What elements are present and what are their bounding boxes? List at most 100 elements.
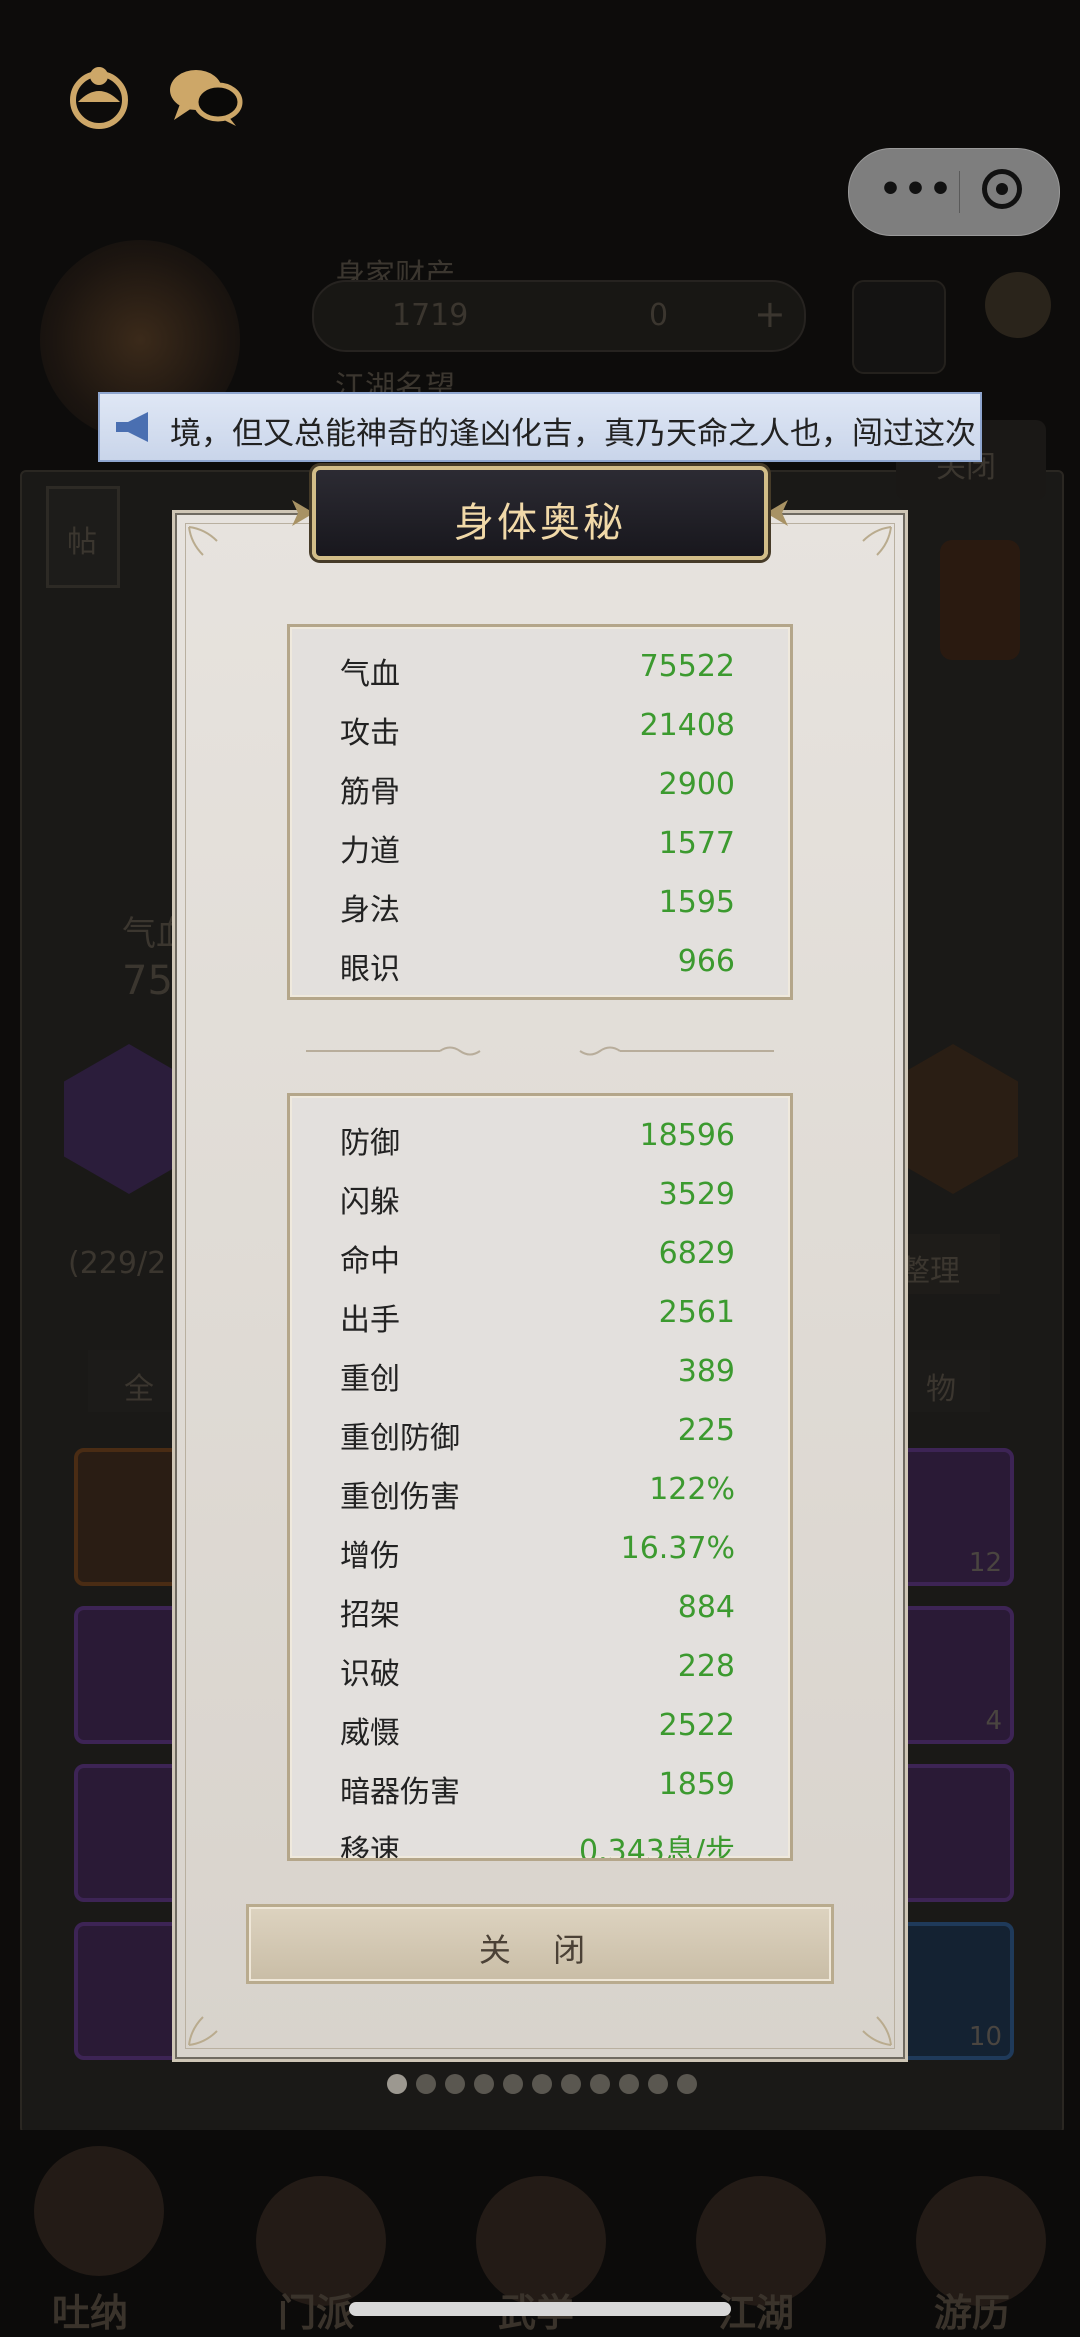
stat-row: 命中 6829 bbox=[290, 1226, 790, 1285]
stat-name: 重创防御 bbox=[340, 1421, 460, 1456]
stat-row: 招架 884 bbox=[290, 1580, 790, 1639]
stat-name: 移速 bbox=[340, 1834, 400, 1861]
stat-value: 18596 bbox=[639, 1118, 735, 1153]
stat-row: 暗器伤害 1859 bbox=[290, 1757, 790, 1816]
stat-row: 重创 389 bbox=[290, 1344, 790, 1403]
stat-row: 筋骨 2900 bbox=[290, 757, 790, 816]
page-dot[interactable] bbox=[387, 2074, 407, 2094]
stat-name: 暗器伤害 bbox=[340, 1775, 460, 1810]
stat-name: 筋骨 bbox=[340, 775, 400, 810]
stat-value: 225 bbox=[677, 1413, 735, 1448]
stat-row: 眼识 966 bbox=[290, 934, 790, 993]
page-dot[interactable] bbox=[416, 2074, 436, 2094]
stat-value: 6829 bbox=[658, 1236, 735, 1271]
page-dot[interactable] bbox=[445, 2074, 465, 2094]
stat-value: 122% bbox=[649, 1472, 735, 1507]
stat-name: 重创 bbox=[340, 1362, 400, 1397]
section-divider bbox=[306, 1046, 774, 1056]
corner-ornament-icon bbox=[188, 526, 218, 556]
stat-name: 威慑 bbox=[340, 1716, 400, 1751]
nav-label: 游历 bbox=[934, 2291, 1011, 2335]
sort-label: 整理 bbox=[900, 1254, 960, 1289]
stat-value: 2522 bbox=[658, 1708, 735, 1743]
advanced-stats-panel[interactable]: 防御 18596 闪躲 3529 命中 6829 出手 2561 重创 389 … bbox=[287, 1093, 793, 1861]
slot-count: 4 bbox=[985, 1706, 1002, 1736]
close-button-label: 关 闭 bbox=[478, 1931, 602, 1969]
slot-count: 10 bbox=[968, 2022, 1002, 2052]
avatar-icon[interactable] bbox=[64, 62, 134, 132]
stat-name: 力道 bbox=[340, 834, 400, 869]
title-ornament-icon bbox=[766, 500, 788, 526]
page-dot[interactable] bbox=[648, 2074, 668, 2094]
page-dot[interactable] bbox=[619, 2074, 639, 2094]
stat-row: 识破 228 bbox=[290, 1639, 790, 1698]
capsule-divider bbox=[959, 171, 960, 213]
stat-name: 招架 bbox=[340, 1598, 400, 1633]
page-dot[interactable] bbox=[561, 2074, 581, 2094]
page-dot[interactable] bbox=[532, 2074, 552, 2094]
stat-row: 力道 1577 bbox=[290, 816, 790, 875]
coin-amount: 1719 bbox=[392, 298, 469, 333]
stat-value: 389 bbox=[677, 1354, 735, 1389]
stat-name: 防御 bbox=[340, 1126, 400, 1161]
bag-capacity: (229/2 bbox=[68, 1246, 167, 1281]
stat-value: 1595 bbox=[658, 885, 735, 920]
add-currency-button[interactable]: + bbox=[754, 292, 786, 336]
target-icon[interactable] bbox=[982, 169, 1022, 209]
nav-tuna-icon[interactable] bbox=[34, 2146, 164, 2276]
stat-value: 16.37% bbox=[620, 1531, 735, 1566]
stat-name: 出手 bbox=[340, 1303, 400, 1338]
taiji-button[interactable] bbox=[852, 280, 946, 374]
corner-ornament-icon bbox=[862, 526, 892, 556]
stat-name: 增伤 bbox=[340, 1539, 400, 1574]
page-dot[interactable] bbox=[474, 2074, 494, 2094]
stat-name: 攻击 bbox=[340, 716, 400, 751]
stat-row: 闪躲 3529 bbox=[290, 1167, 790, 1226]
stat-value: 75522 bbox=[639, 649, 735, 684]
stat-row: 出手 2561 bbox=[290, 1285, 790, 1344]
stat-value: 2900 bbox=[658, 767, 735, 802]
dialog-title: 身体奥秘 bbox=[454, 500, 626, 546]
stat-row: 攻击 21408 bbox=[290, 698, 790, 757]
stat-value: 3529 bbox=[658, 1177, 735, 1212]
tab-items-label: 物 bbox=[926, 1372, 956, 1407]
bg-hp-partial: 75 bbox=[122, 958, 173, 1004]
stat-row: 重创伤害 122% bbox=[290, 1462, 790, 1521]
close-button[interactable]: 关 闭 bbox=[246, 1904, 834, 1984]
stat-row: 重创防御 225 bbox=[290, 1403, 790, 1462]
stat-row: 增伤 16.37% bbox=[290, 1521, 790, 1580]
settings-gear-icon[interactable] bbox=[985, 272, 1051, 338]
currency-bar: 1719 0 + bbox=[312, 280, 806, 352]
page-dot[interactable] bbox=[677, 2074, 697, 2094]
home-indicator bbox=[349, 2302, 731, 2316]
stat-name: 气血 bbox=[340, 657, 400, 692]
stat-name: 重创伤害 bbox=[340, 1480, 460, 1515]
page-dot[interactable] bbox=[503, 2074, 523, 2094]
stat-value: 21408 bbox=[639, 708, 735, 743]
chat-bubbles-icon[interactable] bbox=[166, 62, 246, 132]
stat-row: 身法 1595 bbox=[290, 875, 790, 934]
stat-value: 2561 bbox=[658, 1295, 735, 1330]
stat-value: 966 bbox=[677, 944, 735, 979]
announcement-text: 境，但又总能神奇的逢凶化吉，真乃天命之人也，闯过这次 bbox=[170, 416, 976, 452]
post-label: 帖 bbox=[67, 525, 97, 560]
stat-value: 0.343息/步 bbox=[579, 1834, 735, 1861]
stat-row: 威慑 2522 bbox=[290, 1698, 790, 1757]
basic-stats-panel: 气血 75522 攻击 21408 筋骨 2900 力道 1577 身法 159… bbox=[287, 624, 793, 1000]
tab-all-label: 全 bbox=[124, 1372, 154, 1407]
page-dot[interactable] bbox=[590, 2074, 610, 2094]
stat-value: 1859 bbox=[658, 1767, 735, 1802]
dialog-title-plate: 身体奥秘 bbox=[312, 466, 768, 560]
post-button[interactable]: 帖 bbox=[46, 486, 120, 588]
slot-count: 12 bbox=[968, 1548, 1002, 1578]
stat-name: 命中 bbox=[340, 1244, 400, 1279]
corner-ornament-icon bbox=[862, 2016, 892, 2046]
nav-label: 吐纳 bbox=[52, 2291, 129, 2335]
stat-row: 气血 75522 bbox=[290, 639, 790, 698]
gift-ornament-icon[interactable] bbox=[940, 540, 1020, 660]
miniprogram-capsule: ••• bbox=[848, 148, 1060, 236]
nav-label: 门派 bbox=[278, 2291, 355, 2335]
stat-value: 228 bbox=[677, 1649, 735, 1684]
stat-value: 884 bbox=[677, 1590, 735, 1625]
more-dots-icon[interactable]: ••• bbox=[879, 169, 954, 210]
